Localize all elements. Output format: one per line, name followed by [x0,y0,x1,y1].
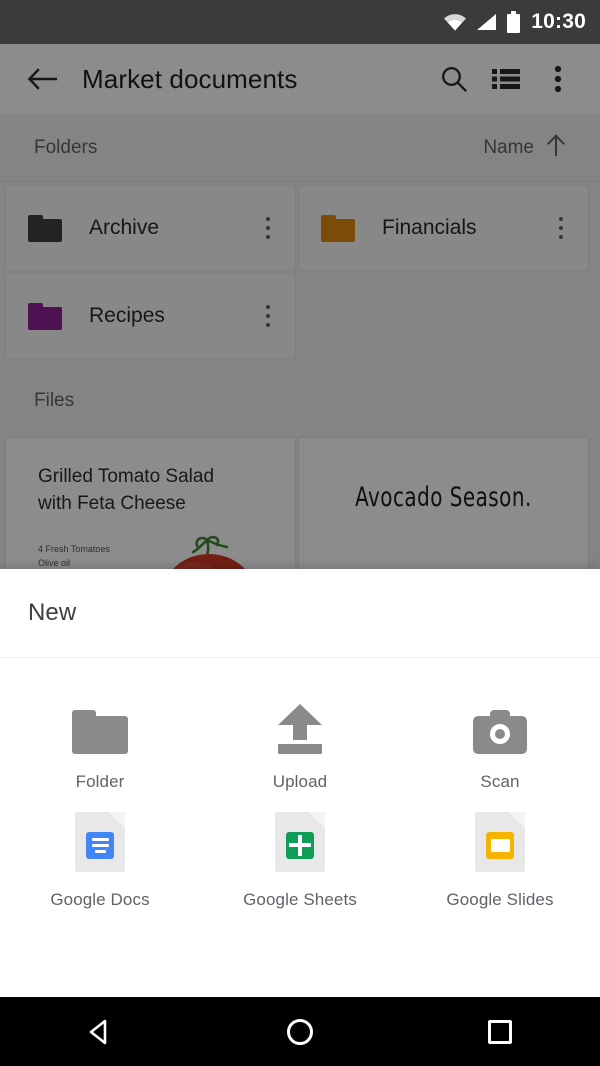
google-docs-icon [75,812,125,872]
file-card-avocado-season[interactable]: Avocado Season. [298,437,589,582]
google-slides-option[interactable]: Google Slides [400,802,600,920]
folders-label: Folders [34,136,98,158]
google-docs-option[interactable]: Google Docs [0,802,200,920]
file-thumbnail-title: Avocado Season. [355,482,532,513]
files-label: Files [34,390,75,411]
home-circle-icon[interactable] [265,997,335,1066]
option-label: Google Docs [50,890,150,909]
folder-grid: Archive Financials Recipes [0,182,600,366]
new-bottom-sheet: New Folder Upload Scan Google Docs Googl… [0,569,600,997]
option-label: Google Sheets [243,890,357,909]
folder-icon [28,214,62,242]
folder-card-recipes[interactable]: Recipes [5,273,296,359]
option-label: Google Slides [446,890,554,909]
status-bar: 10:30 [0,0,600,44]
app-content: Market documents Folders Name Archive Fi… [0,44,600,582]
file-card-grilled-tomato-salad[interactable]: Grilled Tomato Salad with Feta Cheese 4 … [5,437,296,582]
sheet-row-1: Folder Upload Scan [0,684,600,802]
back-triangle-icon[interactable] [65,997,135,1066]
folder-card-archive[interactable]: Archive [5,185,296,271]
sheet-row-2: Google Docs Google Sheets Google Slides [0,802,600,920]
camera-icon [473,698,527,754]
status-bar-clock: 10:30 [531,10,586,33]
option-label: Folder [75,772,125,791]
folders-section-header: Folders Name [0,114,600,182]
arrow-up-icon [546,134,566,161]
folder-label: Recipes [89,304,165,327]
new-folder-option[interactable]: Folder [0,684,200,802]
google-sheets-icon [275,812,325,872]
search-icon[interactable] [428,53,480,105]
sheet-title: New [28,599,77,626]
file-title-line2: with Feta Cheese [38,492,186,514]
list-view-icon[interactable] [480,53,532,105]
folder-icon [321,214,355,242]
app-bar: Market documents [0,44,600,114]
phone-screen: 10:30 Market documents Folders Name Arch… [0,0,600,1066]
recents-square-icon[interactable] [465,997,535,1066]
ingredient-line: 4 Fresh Tomatoes [38,544,110,554]
more-vertical-icon[interactable] [257,217,279,239]
option-label: Scan [480,772,520,791]
battery-icon [507,11,521,33]
upload-icon [274,698,326,754]
signal-icon [476,13,498,31]
option-label: Upload [272,772,328,791]
google-slides-icon [475,812,525,872]
more-vertical-icon[interactable] [550,217,572,239]
wifi-icon [443,13,467,31]
file-title-line1: Grilled Tomato Salad [38,466,215,487]
sort-control[interactable]: Name [483,134,566,161]
sheet-options-grid: Folder Upload Scan Google Docs Google Sh… [0,658,600,920]
folder-card-financials[interactable]: Financials [298,185,589,271]
folder-icon [28,302,62,330]
files-grid: Grilled Tomato Salad with Feta Cheese 4 … [0,436,600,582]
file-thumbnail-title: Grilled Tomato Salad with Feta Cheese [38,464,277,518]
folder-label: Archive [89,216,160,239]
sort-label: Name [483,136,534,158]
back-arrow-icon[interactable] [16,53,68,105]
more-vertical-icon[interactable] [532,53,584,105]
folder-label: Financials [382,216,477,239]
more-vertical-icon[interactable] [257,305,279,327]
folder-icon [72,698,128,754]
files-section-header: Files [0,366,600,436]
google-sheets-option[interactable]: Google Sheets [200,802,400,920]
scan-option[interactable]: Scan [400,684,600,802]
android-navigation-bar [0,997,600,1066]
sheet-header: New [0,569,600,657]
page-title: Market documents [82,63,298,94]
upload-option[interactable]: Upload [200,684,400,802]
